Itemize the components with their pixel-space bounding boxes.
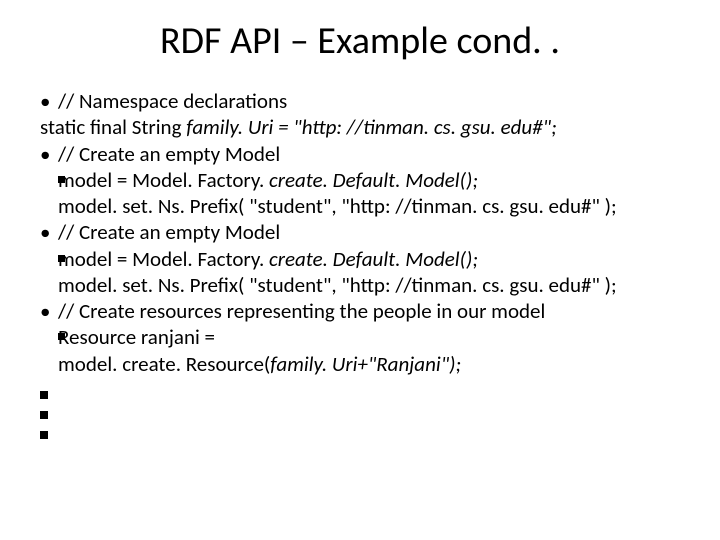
comment-text: // Create an empty Model xyxy=(58,219,280,245)
comment-text: // Create resources representing the peo… xyxy=(58,298,545,324)
code-line: model = Model. Factory. create. Default.… xyxy=(58,167,680,193)
bullet-3: // Create an empty Model model = Model. … xyxy=(58,219,680,298)
square-bullet-icon xyxy=(40,391,48,399)
bullet-list: // Namespace declarations static final S… xyxy=(40,88,680,377)
slide-body: // Namespace declarations static final S… xyxy=(40,88,680,439)
code-line: Resource ranjani = xyxy=(58,324,680,350)
code-line: model = Model. Factory. create. Default.… xyxy=(58,246,680,272)
bullet-1: // Namespace declarations static final S… xyxy=(58,88,680,141)
comment-text: // Create an empty Model xyxy=(58,141,280,167)
slide: RDF API – Example cond. . // Namespace d… xyxy=(0,0,720,540)
slide-title: RDF API – Example cond. . xyxy=(40,18,680,64)
code-line: model. set. Ns. Prefix( "student", "http… xyxy=(58,272,680,298)
square-bullet-icon xyxy=(40,431,48,439)
code-line: model. create. Resource(family. Uri+"Ran… xyxy=(58,351,680,377)
bullet-2: // Create an empty Model model = Model. … xyxy=(58,141,680,220)
square-bullet-icon xyxy=(40,411,48,419)
code-line: static final String family. Uri = "http:… xyxy=(40,114,680,140)
comment-text: // Namespace declarations xyxy=(58,88,287,114)
trailing-bullets xyxy=(40,391,680,439)
bullet-4: // Create resources representing the peo… xyxy=(58,298,680,377)
code-line: model. set. Ns. Prefix( "student", "http… xyxy=(58,193,680,219)
